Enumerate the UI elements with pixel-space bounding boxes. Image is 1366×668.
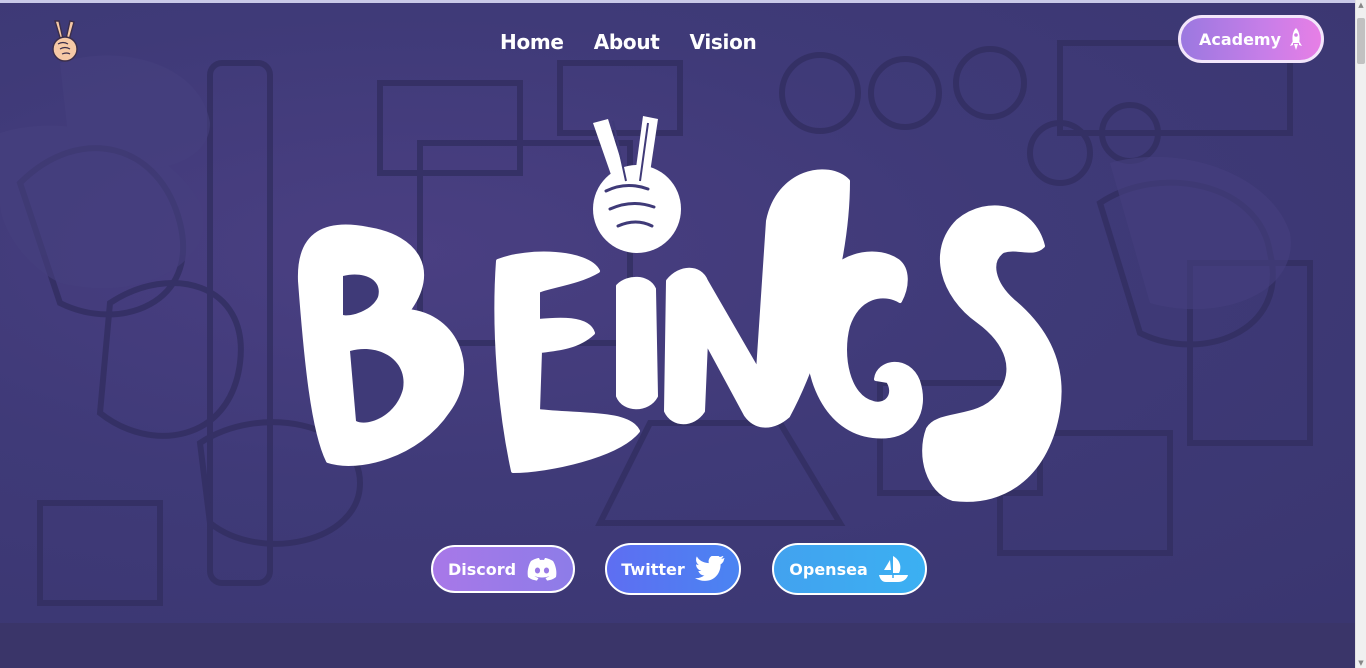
opensea-button-label: Opensea bbox=[789, 559, 868, 579]
nav-link-about[interactable]: About bbox=[594, 25, 660, 59]
twitter-button-label: Twitter bbox=[621, 559, 685, 579]
twitter-button[interactable]: Twitter bbox=[605, 543, 741, 595]
page-bottom-band bbox=[0, 623, 1356, 668]
discord-button[interactable]: Discord bbox=[431, 545, 575, 593]
rocket-icon bbox=[1290, 28, 1303, 50]
beings-logo bbox=[297, 116, 1062, 502]
scrollbar[interactable]: ▲ ▼ bbox=[1355, 0, 1366, 668]
scrollbar-thumb[interactable] bbox=[1357, 18, 1365, 64]
scroll-up-arrow-icon[interactable]: ▲ bbox=[1356, 0, 1366, 10]
peace-hand-icon bbox=[593, 116, 681, 253]
opensea-button[interactable]: Opensea bbox=[772, 543, 927, 595]
academy-button-label: Academy bbox=[1198, 29, 1282, 49]
academy-button[interactable]: Academy bbox=[1178, 15, 1324, 63]
main-navigation: Home About Vision bbox=[500, 25, 757, 59]
peace-hand-icon[interactable] bbox=[48, 19, 82, 63]
discord-button-label: Discord bbox=[447, 559, 517, 579]
scroll-down-arrow-icon[interactable]: ▼ bbox=[1356, 658, 1366, 668]
nav-link-home[interactable]: Home bbox=[500, 25, 564, 59]
nav-link-vision[interactable]: Vision bbox=[690, 25, 757, 59]
discord-icon bbox=[527, 558, 557, 581]
hero-section: Home About Vision Academy Discord Twitte… bbox=[0, 3, 1356, 623]
twitter-icon bbox=[694, 556, 725, 581]
opensea-icon bbox=[878, 556, 908, 582]
